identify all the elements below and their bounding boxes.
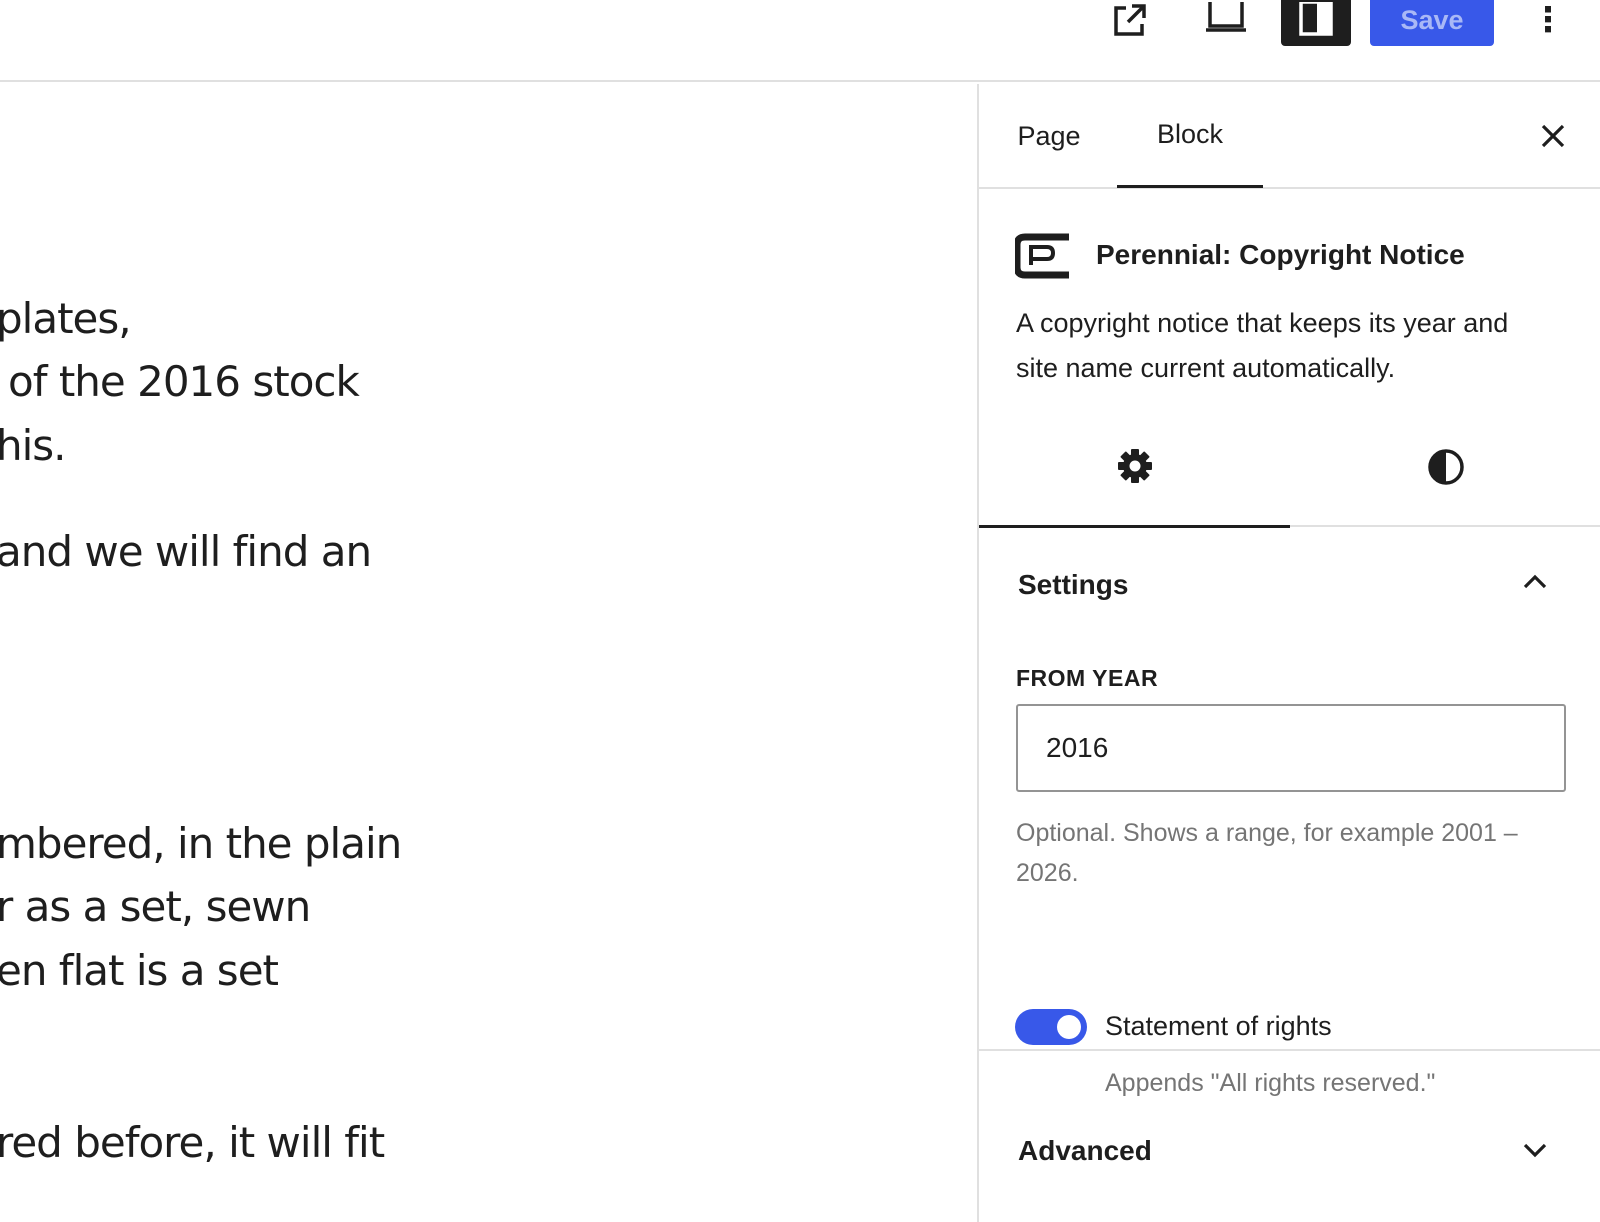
settings-panel-title: Settings (1018, 569, 1129, 600)
rights-toggle[interactable] (1015, 1009, 1087, 1045)
tab-styles[interactable] (1290, 407, 1600, 527)
options-menu-button[interactable]: ⋮ (1528, 0, 1568, 46)
from-year-label: FROM YEAR (1016, 665, 1159, 691)
save-button[interactable]: Save (1370, 0, 1494, 46)
sidebar-tabs: Page Block (979, 84, 1600, 189)
chevron-down-icon (1517, 1131, 1553, 1167)
rights-toggle-label[interactable]: Statement of rights (1105, 1011, 1332, 1042)
inspector-subtabs (979, 407, 1600, 528)
settings-sidebar-toggle[interactable] (1281, 0, 1351, 46)
editor-canvas[interactable]: plates, of the 2016 stock his. and we wi… (0, 84, 977, 1222)
gear-icon (1117, 449, 1152, 483)
from-year-help: Optional. Shows a range, for example 200… (1016, 819, 1518, 887)
advanced-panel-header[interactable]: Advanced (979, 1135, 1600, 1215)
settings-sidebar: Page Block Perennial: Copyright Notice A… (977, 84, 1600, 1222)
external-link-icon (1114, 4, 1146, 36)
editor-top-toolbar: Save ⋮ (0, 0, 1600, 82)
chevron-up-icon (1517, 565, 1553, 601)
block-title: Perennial: Copyright Notice (1096, 239, 1465, 270)
sidebar-icon (1299, 2, 1333, 36)
rights-help: Appends "All rights reserved." (1105, 1069, 1436, 1097)
paragraph-text: en flat is a set (0, 946, 279, 995)
paragraph-text: red before, it will fit (0, 1118, 385, 1167)
settings-panel: Settings FROM YEAR Optional. Shows a ran… (979, 529, 1600, 1097)
copyright-block-icon (1015, 233, 1071, 279)
paragraph-text: plates, (0, 294, 132, 343)
paragraph-text: and we will find an (0, 527, 372, 576)
close-sidebar-button[interactable] (1529, 112, 1577, 160)
block-description: A copyright notice that keeps its year a… (1016, 308, 1509, 383)
advanced-panel-title: Advanced (1018, 1135, 1152, 1166)
tab-block[interactable]: Block (1117, 84, 1263, 188)
paragraph-text: mbered, in the plain (0, 819, 402, 868)
toggle-knob (1057, 1015, 1081, 1039)
tab-settings[interactable] (979, 407, 1290, 528)
settings-panel-header[interactable]: Settings (979, 529, 1600, 641)
paragraph-text: his. (0, 421, 67, 470)
from-year-input[interactable] (1016, 704, 1566, 792)
paragraph-text: r as a set, sewn (0, 882, 311, 931)
device-preview-button[interactable] (1198, 0, 1254, 46)
tab-page[interactable]: Page (1013, 84, 1085, 189)
block-card: Perennial: Copyright Notice A copyright … (979, 191, 1600, 407)
contrast-icon (1427, 449, 1464, 485)
view-page-button[interactable] (1102, 0, 1158, 46)
paragraph-text: of the 2016 stock (8, 357, 360, 406)
close-icon (1541, 124, 1565, 148)
desktop-icon (1206, 2, 1246, 32)
